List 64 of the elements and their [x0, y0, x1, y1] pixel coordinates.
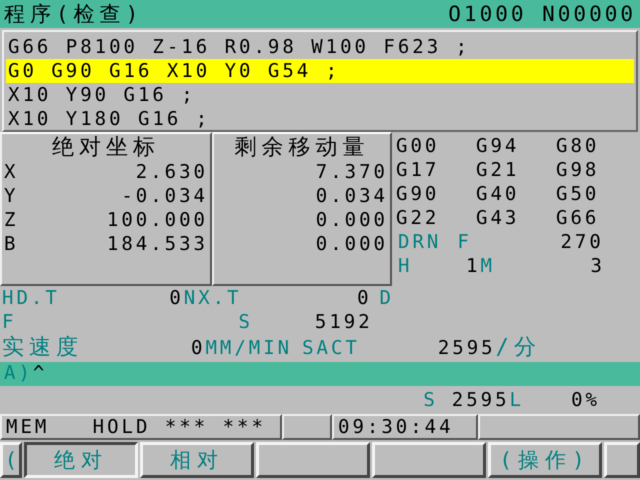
load-value: 0%	[571, 389, 600, 411]
s-value: 5192	[314, 310, 373, 334]
panel-title: 剩余移动量	[234, 134, 370, 160]
modal-code: G90	[396, 182, 440, 206]
softkey[interactable]	[372, 442, 486, 478]
program-number: O1000 N00000	[448, 3, 636, 25]
nx-t-label: NX.T	[184, 286, 242, 310]
modal-code: G50	[556, 182, 600, 206]
axis-label: Z	[4, 208, 18, 232]
f-label: F	[2, 310, 16, 334]
input-prompt: A)	[4, 362, 33, 386]
distance-value: 0.034	[316, 184, 388, 208]
spindle-label: S	[423, 388, 438, 412]
modal-code: G17	[396, 158, 440, 182]
load-label: L	[510, 388, 524, 412]
axis-value: -0.034	[121, 184, 208, 208]
feed-rate-value: 0	[191, 336, 206, 361]
h-label: H	[398, 254, 412, 278]
h-value: 1	[466, 255, 480, 277]
softkey-right-end[interactable]	[604, 442, 640, 478]
distance-value: 0.000	[316, 208, 388, 232]
modal-code: G98	[556, 158, 600, 182]
panel-title: 绝对坐标	[51, 134, 161, 160]
hd-t-value: 0	[169, 287, 184, 309]
axis-value: 2.630	[136, 160, 208, 184]
program-line[interactable]: X10 Y90 G16 ;	[6, 83, 634, 107]
feed-value: 270	[560, 231, 604, 253]
status-time: 09:30:44	[332, 414, 478, 440]
modal-code: G22	[396, 206, 440, 230]
actual-speed-label: 实速度	[2, 334, 83, 362]
drn-label: DRN	[398, 230, 442, 254]
distance-value: 7.370	[316, 160, 388, 184]
m-label: M	[480, 254, 495, 278]
d-label: D	[380, 286, 394, 310]
feed-label: F	[457, 230, 472, 254]
spindle-value: 2595	[452, 388, 510, 412]
status-cell	[282, 414, 332, 440]
axis-value: 100.000	[106, 208, 208, 232]
modal-code: G80	[556, 134, 600, 158]
modal-code: G21	[476, 158, 520, 182]
axis-label: X	[4, 160, 18, 184]
modal-code: G66	[556, 206, 600, 230]
distance-value: 0.000	[316, 232, 388, 256]
screen-title: 程序(检查)	[4, 3, 144, 25]
sact-value: 2595	[438, 336, 496, 361]
feed-unit: MM/MIN	[205, 336, 292, 361]
hd-t-label: HD.T	[2, 286, 60, 310]
axis-label: B	[4, 232, 18, 256]
modal-code: G94	[476, 134, 520, 158]
modal-code: G43	[476, 206, 520, 230]
modal-code: G00	[396, 134, 440, 158]
sact-unit: /分	[496, 334, 541, 362]
modal-code: G40	[476, 182, 520, 206]
input-cursor: ^	[32, 362, 48, 386]
axis-value: 184.533	[106, 232, 208, 256]
axis-label: Y	[4, 184, 18, 208]
sact-label: SACT	[302, 336, 360, 361]
m-value: 3	[590, 255, 605, 277]
s-label: S	[238, 310, 253, 334]
program-line[interactable]: X10 Y180 G16 ;	[6, 107, 634, 131]
status-mode: MEM HOLD *** ***	[0, 414, 282, 440]
softkey[interactable]	[256, 442, 370, 478]
program-line[interactable]: G66 P8100 Z-16 R0.98 W100 F623 ;	[6, 35, 634, 59]
nx-t-value: 0	[357, 287, 372, 309]
